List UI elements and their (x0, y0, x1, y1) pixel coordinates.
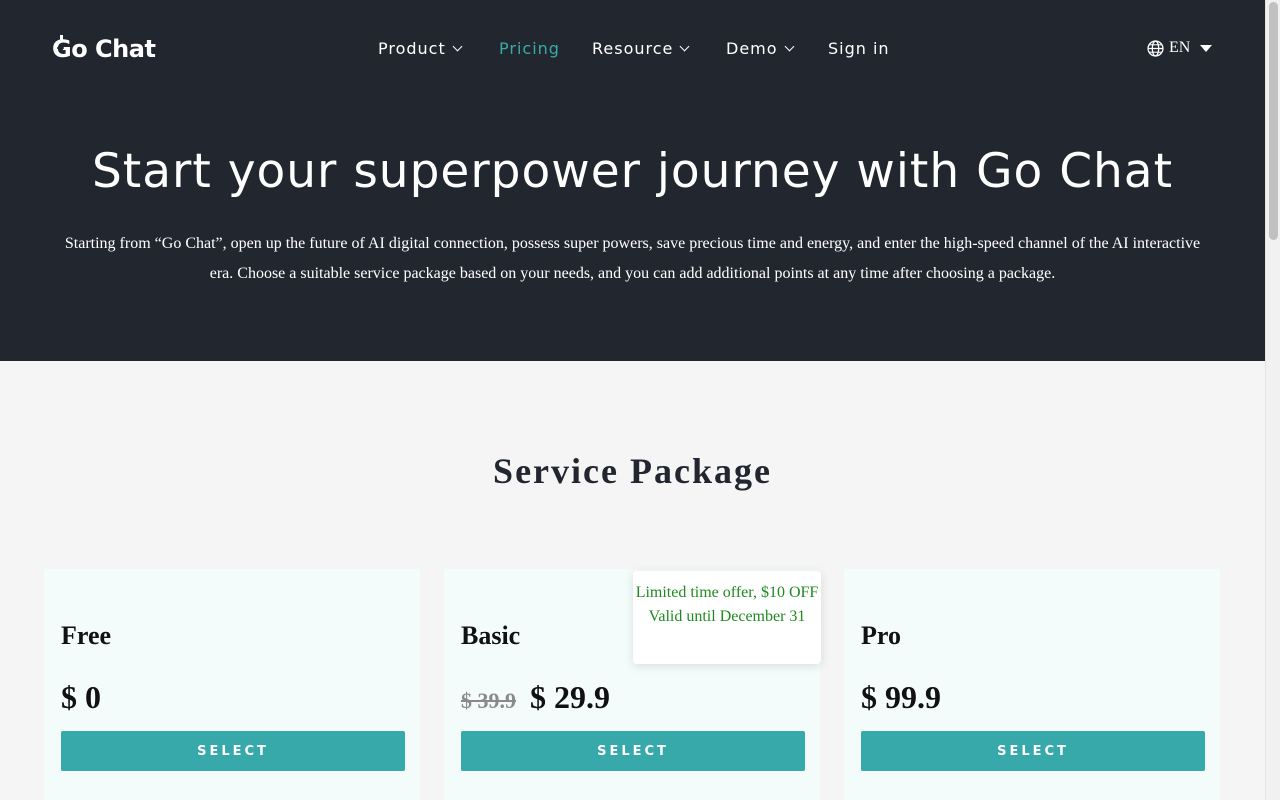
language-selector[interactable]: EN (1147, 36, 1213, 60)
package-name: Pro (861, 621, 901, 650)
nav-item-label: Demo (726, 38, 778, 58)
main-nav: Product Pricing Resource Demo Sign in (0, 36, 1265, 60)
hero-subtitle: Starting from “Go Chat”, open up the fut… (64, 235, 1201, 282)
chevron-down-icon (452, 41, 463, 51)
nav-item-label: Sign in (828, 38, 890, 58)
hero-title: Start your superpower journey with Go Ch… (91, 144, 1174, 199)
caret-down-icon (1200, 44, 1213, 52)
package-old-price: $ 39.9 (461, 688, 516, 713)
offer-line-1: Limited time offer, $10 OFF (635, 584, 819, 601)
select-pro-button[interactable]: SELECT (861, 731, 1205, 771)
nav-item-label: Pricing (499, 38, 560, 58)
nav-item-label: Resource (592, 38, 674, 58)
package-card-free: Free $ 0 SELECT (44, 569, 420, 800)
package-price: $ 99.9 (861, 679, 941, 715)
nav-item-label: Product (378, 38, 446, 58)
nav-item-sign-in[interactable]: Sign in (828, 36, 890, 60)
limited-offer-badge: Limited time offer, $10 OFF Valid until … (633, 571, 821, 664)
page: Go Chat Product Pricing Resource Demo Si… (0, 0, 1265, 800)
select-free-button[interactable]: SELECT (61, 731, 405, 771)
chevron-down-icon (679, 41, 690, 51)
nav-item-resource[interactable]: Resource (592, 36, 690, 60)
chevron-down-icon (784, 41, 794, 51)
hero-section: Go Chat Product Pricing Resource Demo Si… (0, 0, 1265, 361)
vertical-scrollbar[interactable] (1265, 0, 1280, 800)
language-label: EN (1169, 39, 1191, 56)
globe-icon (1147, 39, 1164, 57)
package-name: Basic (461, 621, 521, 650)
nav-item-demo[interactable]: Demo (726, 36, 794, 60)
select-basic-button[interactable]: SELECT (461, 731, 805, 771)
offer-line-2: Valid until December 31 (648, 608, 806, 625)
nav-item-product[interactable]: Product (378, 36, 463, 60)
package-name: Free (61, 621, 112, 650)
package-card-pro: Pro $ 99.9 SELECT (844, 569, 1220, 800)
package-price-row: $ 0 (61, 679, 101, 716)
package-price: $ 0 (61, 679, 101, 715)
package-price-row: $ 39.9 $ 29.9 (461, 679, 610, 716)
section-title: Service Package (493, 451, 772, 491)
package-price-row: $ 99.9 (861, 679, 941, 716)
nav-item-pricing[interactable]: Pricing (499, 36, 560, 60)
package-price: $ 29.9 (530, 679, 610, 715)
scrollbar-thumb[interactable] (1269, 2, 1278, 240)
